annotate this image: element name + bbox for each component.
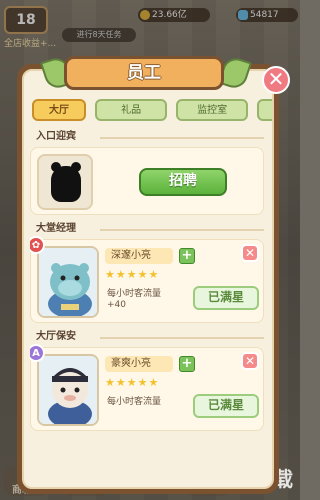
staff-list[interactable]: 入口迎宾 招聘 大堂经理 ✿ 深邃小亮 + ✕ ★★★★★ 每小时客流量 +40… xyxy=(30,127,268,487)
manager-dismiss-button[interactable]: ✕ xyxy=(241,244,259,262)
guard-card: A 豪爽小亮 + ✕ ★★★★★ 每小时客流量 已满星 xyxy=(30,344,264,431)
tab-hall[interactable]: 大厅 xyxy=(32,99,86,121)
section-title-manager: 大堂经理 xyxy=(30,219,268,239)
section-title-entrance: 入口迎宾 xyxy=(30,127,268,147)
close-x-icon: ✕ xyxy=(244,246,256,260)
empty-portrait-frame xyxy=(37,154,93,210)
close-button[interactable]: ✕ xyxy=(262,66,290,94)
plus-icon: + xyxy=(181,248,193,263)
staff-panel-inner: 大厅 礼品 监控室 辅 入口迎宾 招聘 大堂经理 xyxy=(22,69,274,489)
section-title-guard: 大厅保安 xyxy=(30,327,268,347)
entrance-slot-card: 招聘 xyxy=(30,147,264,215)
manager-rate-label: 每小时客流量 xyxy=(107,289,162,299)
close-x-icon: ✕ xyxy=(267,67,285,91)
staff-panel: 大厅 礼品 监控室 辅 入口迎宾 招聘 大堂经理 xyxy=(17,64,279,494)
manager-star-rating: ★★★★★ xyxy=(105,268,160,281)
guard-rate-label: 每小时客流量 xyxy=(107,397,162,407)
guard-dismiss-button[interactable]: ✕ xyxy=(241,352,259,370)
tab-gift[interactable]: 礼品 xyxy=(95,99,168,121)
guard-star-rating: ★★★★★ xyxy=(105,376,160,389)
close-x-icon: ✕ xyxy=(244,354,256,368)
recruit-button[interactable]: 招聘 xyxy=(139,168,227,196)
guard-name: 豪爽小亮 xyxy=(105,356,173,372)
manager-card: ✿ 深邃小亮 + ✕ ★★★★★ 每小时客流量 +40 已满星 xyxy=(30,236,264,323)
tab-monitor-room[interactable]: 监控室 xyxy=(176,99,249,121)
guard-upgrade-button[interactable]: + xyxy=(179,356,195,372)
manager-rate-value: +40 xyxy=(107,300,126,310)
guard-max-star-button[interactable]: 已满星 xyxy=(193,394,259,418)
manager-name: 深邃小亮 xyxy=(105,248,173,264)
plus-icon: + xyxy=(181,356,193,371)
tab-bar: 大厅 礼品 监控室 辅 xyxy=(32,99,272,123)
manager-upgrade-button[interactable]: + xyxy=(179,248,195,264)
guard-portrait[interactable] xyxy=(37,354,99,426)
manager-portrait[interactable] xyxy=(37,246,99,318)
staff-silhouette-icon xyxy=(51,162,81,202)
manager-max-star-button[interactable]: 已满星 xyxy=(193,286,259,310)
tab-more[interactable]: 辅 xyxy=(257,99,272,121)
guard-character-icon xyxy=(39,356,97,424)
hippo-character-icon xyxy=(39,248,97,316)
panel-title: 员工 xyxy=(64,56,224,90)
